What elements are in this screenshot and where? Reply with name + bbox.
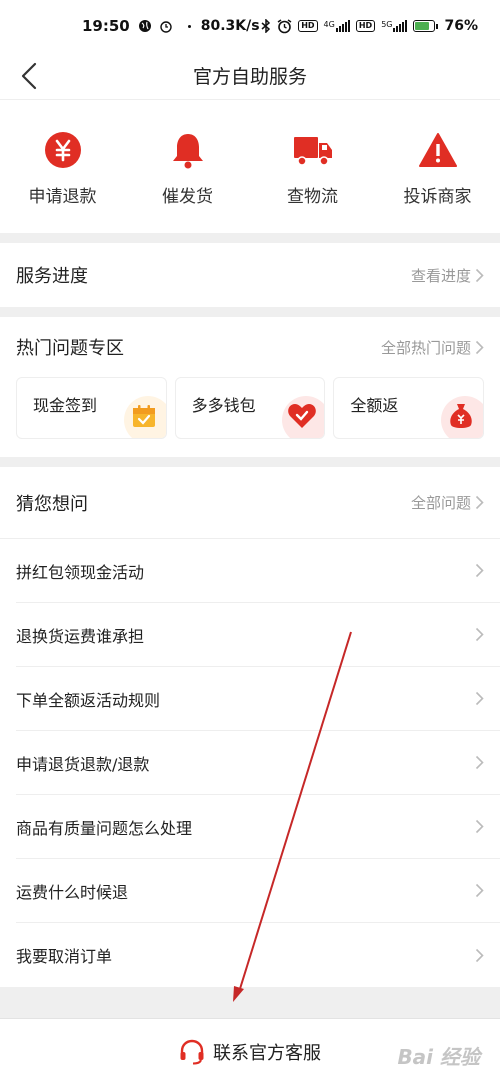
service-progress-row[interactable]: 服务进度 查看进度 [0, 243, 500, 307]
status-bar: 19:50 80.3K/s HD 4G HD 5G 76% [0, 0, 500, 52]
all-questions-label: 全部问题 [410, 494, 471, 512]
all-questions-link[interactable]: 全部问题 [411, 492, 484, 513]
hd-icon-2: HD [355, 20, 376, 32]
chevron-right-icon [475, 691, 484, 706]
view-progress-link: 查看进度 [410, 266, 471, 285]
chevron-right-icon [475, 819, 484, 834]
network-4g-label: 4G [323, 20, 335, 29]
faq-item-label: 商品有质量问题怎么处理 [16, 818, 193, 838]
all-hot-questions-link[interactable]: 全部热门问题 [381, 337, 484, 358]
faq-item-label: 申请退货退款/退款 [16, 754, 150, 774]
money-bag-icon [441, 396, 484, 438]
dot-icon [187, 24, 191, 28]
faq-item-label: 运费什么时候退 [16, 882, 129, 902]
quick-actions: 申请退款 催发货 查物流 投诉商家 [0, 100, 500, 233]
alarm-icon [160, 21, 172, 33]
signal-4g: 4G [324, 20, 350, 32]
quick-action-urge-shipping[interactable]: 催发货 [133, 130, 243, 207]
hot-questions-title: 热门问题专区 [16, 338, 124, 359]
hot-questions-section: 热门问题专区 全部热门问题 现金签到 多多钱包 全额返 [0, 317, 500, 457]
section-gap [0, 457, 500, 467]
faq-item-label: 下单全额返活动规则 [16, 690, 161, 710]
faq-section: 猜您想问 全部问题 拼红包领现金活动 退换货运费谁承担 下单全额返活动规则 申请… [0, 467, 500, 987]
alarm-clock-icon [277, 18, 292, 33]
heart-wallet-icon [282, 396, 325, 438]
contact-support-label: 联系官方客服 [213, 1042, 321, 1064]
quick-action-label: 投诉商家 [403, 187, 472, 207]
chevron-right-icon [475, 495, 484, 510]
truck-icon [293, 130, 333, 170]
faq-item-label: 拼红包领现金活动 [16, 562, 145, 582]
faq-item[interactable]: 拼红包领现金活动 [16, 539, 500, 603]
network-5g-label: 5G [381, 20, 393, 29]
hot-card-label: 全额返 [350, 396, 399, 415]
hot-card-cash-checkin[interactable]: 现金签到 [16, 377, 167, 439]
section-gap [0, 233, 500, 243]
hd-icon: HD [298, 20, 318, 32]
back-arrow-icon[interactable] [16, 61, 46, 91]
faq-item-label: 退换货运费谁承担 [16, 626, 145, 646]
yuan-icon [43, 130, 83, 170]
quick-action-label: 查物流 [287, 187, 338, 207]
hot-card-full-refund[interactable]: 全额返 [333, 377, 485, 439]
faq-item[interactable]: 下单全额返活动规则 [16, 667, 500, 731]
bluetooth-icon [261, 19, 271, 33]
faq-item-label: 我要取消订单 [16, 947, 113, 966]
status-time: 19:50 [82, 17, 130, 35]
warning-icon [418, 130, 458, 170]
faq-item[interactable]: 申请退货退款/退款 [16, 731, 500, 795]
quick-action-label: 催发货 [162, 187, 213, 207]
battery-percent: 76% [444, 18, 478, 34]
quick-action-refund[interactable]: 申请退款 [8, 130, 118, 207]
section-gap [0, 307, 500, 317]
hot-card-label: 多多钱包 [191, 396, 256, 415]
page-title: 官方自助服务 [192, 66, 307, 88]
all-hot-questions-label: 全部热门问题 [380, 338, 471, 357]
network-speed: 80.3K/s [200, 18, 260, 34]
signal-5g: 5G [381, 20, 408, 32]
service-progress-title: 服务进度 [16, 266, 88, 287]
faq-item[interactable]: 运费什么时候退 [16, 859, 500, 923]
chevron-right-icon [475, 563, 484, 578]
quick-action-complain[interactable]: 投诉商家 [383, 130, 493, 207]
battery-icon [413, 20, 439, 32]
quick-action-label: 申请退款 [28, 187, 97, 207]
faq-item[interactable]: 退换货运费谁承担 [16, 603, 500, 667]
hot-card-label: 现金签到 [33, 396, 98, 415]
quick-action-track-logistics[interactable]: 查物流 [258, 130, 368, 207]
chevron-right-icon [475, 340, 484, 354]
faq-item[interactable]: 我要取消订单 [16, 923, 500, 987]
chevron-right-icon [475, 627, 484, 642]
hot-card-wallet[interactable]: 多多钱包 [174, 377, 326, 439]
watermark: Bai 经验 [397, 1045, 480, 1069]
globe-icon [138, 20, 151, 32]
nav-bar: 官方自助服务 [0, 52, 500, 100]
chevron-right-icon [475, 883, 484, 898]
faq-item[interactable]: 商品有质量问题怎么处理 [16, 795, 500, 859]
calendar-icon [123, 396, 166, 438]
bell-icon [168, 130, 208, 170]
chevron-right-icon [475, 268, 484, 282]
faq-title: 猜您想问 [16, 493, 88, 515]
headset-icon [180, 1039, 204, 1064]
chevron-right-icon [475, 755, 484, 770]
chevron-right-icon [475, 948, 484, 962]
